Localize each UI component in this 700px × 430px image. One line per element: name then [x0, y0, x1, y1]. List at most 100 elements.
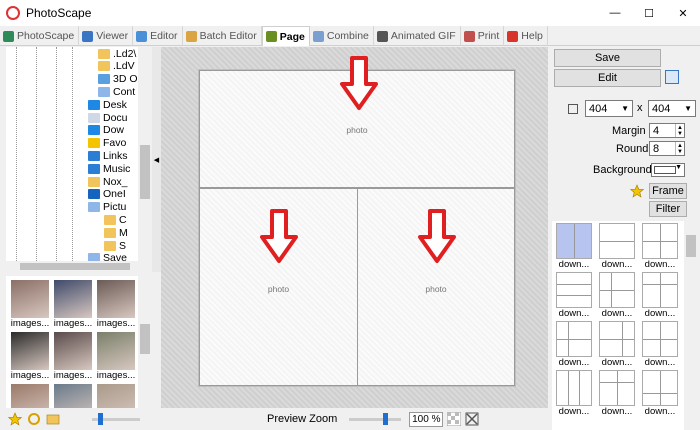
tab-photoscape[interactable]: PhotoScape [0, 26, 80, 46]
save-button[interactable]: Save [554, 49, 661, 67]
tree-item[interactable]: .Ld2\ [98, 47, 136, 60]
photo-thumbnail[interactable]: images... [53, 332, 93, 384]
tree-item[interactable]: Pictu [88, 201, 126, 214]
tree-item[interactable]: Docu [88, 111, 128, 124]
photo-thumbnail[interactable]: images... [53, 280, 93, 332]
layout-template[interactable]: down... [597, 370, 637, 418]
chevron-down-icon: ▼ [684, 104, 692, 113]
tree-item[interactable]: C [104, 213, 127, 226]
page-options-panel: Save Edit 404 ▼ x 404 ▼ Margin 4 ▲ ▼ Round 8… [548, 47, 700, 430]
scrollbar-thumb[interactable] [140, 145, 150, 199]
thumbnail-scrollbar[interactable] [138, 276, 152, 408]
thumbnail-image [11, 332, 49, 370]
layout-template[interactable]: down... [554, 370, 594, 418]
tree-item[interactable]: Dow [88, 124, 124, 137]
star-icon[interactable] [8, 412, 22, 426]
photo-thumbnail[interactable]: images... [10, 280, 50, 332]
spinner-arrows[interactable]: ▲ ▼ [675, 142, 684, 155]
layout-template[interactable]: down... [640, 321, 680, 369]
photo-thumbnail[interactable] [10, 384, 50, 408]
layout-preview [556, 223, 592, 259]
folder-icon [88, 176, 100, 187]
layout-template[interactable]: down... [597, 321, 637, 369]
tree-item[interactable]: Cont [98, 85, 135, 98]
tree-item[interactable]: Links [88, 149, 128, 162]
photo-thumbnail[interactable]: images... [10, 332, 50, 384]
filter-button[interactable]: Filter [649, 201, 687, 217]
tree-vertical-scrollbar[interactable] [138, 47, 152, 261]
folder-photo-icon[interactable] [46, 412, 60, 426]
tree-item[interactable]: .LdV [98, 60, 135, 73]
edit-button[interactable]: Edit [554, 69, 661, 87]
thumbnail-size-slider[interactable] [92, 412, 140, 425]
tree-item-label: .LdV [113, 60, 135, 73]
layout-template[interactable]: down... [640, 223, 680, 271]
tree-item[interactable]: S [104, 239, 126, 252]
tab-print[interactable]: Print [461, 26, 505, 46]
save-icon [88, 253, 100, 261]
tab-animated-gif[interactable]: Animated GIF [374, 26, 461, 46]
page-height-select[interactable]: 404 ▼ [648, 100, 696, 117]
thumbnail-grid[interactable]: images... images... images... images... imag… [6, 276, 152, 408]
layout-template[interactable]: down... [640, 370, 680, 418]
layout-caption: down... [601, 406, 633, 417]
layout-preview [556, 370, 592, 406]
panel-collapse-handle[interactable]: ◀ [152, 47, 161, 272]
layout-template[interactable]: down... [554, 272, 594, 320]
zoom-value-field[interactable]: 100 % [409, 411, 444, 427]
slider-handle[interactable] [383, 412, 389, 425]
tree-item[interactable]: Save [88, 252, 127, 261]
tab-editor[interactable]: Editor [133, 26, 183, 46]
folder-tree[interactable]: .Ld2\ .LdV 3D O Cont Desk Docu Dow Favo Links Mus… [6, 47, 152, 261]
scrollbar-thumb[interactable] [140, 324, 150, 354]
thumbnail-caption: images... [10, 370, 50, 381]
tab-viewer[interactable]: Viewer [79, 26, 134, 46]
maximize-button[interactable]: ☐ [632, 0, 666, 26]
photo-thumbnail[interactable] [96, 384, 136, 408]
tree-horizontal-scrollbar[interactable] [6, 261, 152, 272]
tree-item[interactable]: M [104, 226, 128, 239]
tab-batch-editor[interactable]: Batch Editor [183, 26, 262, 46]
tree-item[interactable]: Desk [88, 98, 127, 111]
layout-divider [643, 241, 677, 242]
layout-template-grid[interactable]: down... down... down... down... down... down.… [552, 221, 684, 430]
minimize-button[interactable]: — [598, 0, 632, 26]
layout-template[interactable]: down... [640, 272, 680, 320]
tab-combine[interactable]: Combine [310, 26, 374, 46]
list-view-icon[interactable] [665, 70, 679, 84]
tree-item-label: .Ld2\ [113, 47, 137, 60]
round-spinner[interactable]: 8 ▲ ▼ [649, 141, 685, 156]
layout-template[interactable]: down... [597, 272, 637, 320]
scrollbar-thumb[interactable] [686, 235, 696, 257]
spinner-arrows[interactable]: ▲ ▼ [675, 124, 684, 137]
background-color-picker[interactable]: ▼ [651, 163, 685, 177]
tree-item-label: Cont [113, 85, 136, 98]
margin-spinner[interactable]: 4 ▲ ▼ [649, 123, 685, 138]
tree-item-label: 3D O [113, 73, 138, 86]
tab-label: PhotoScape [17, 30, 75, 42]
refresh-icon[interactable] [27, 412, 41, 426]
tree-item[interactable]: OneI [88, 188, 126, 201]
tree-item[interactable]: Music [88, 162, 130, 175]
layout-template[interactable]: down... [554, 321, 594, 369]
photo-thumbnail[interactable] [53, 384, 93, 408]
tab-help[interactable]: Help [504, 26, 548, 46]
preview-zoom-slider[interactable] [349, 412, 402, 425]
photo-thumbnail[interactable]: images... [96, 332, 136, 384]
page-width-select[interactable]: 404 ▼ [585, 100, 633, 117]
checker-background-icon[interactable] [447, 412, 462, 426]
fit-screen-icon[interactable] [465, 412, 479, 426]
tree-item[interactable]: 3D O [98, 73, 138, 86]
slider-handle[interactable] [98, 412, 103, 425]
layout-scrollbar[interactable] [684, 221, 698, 430]
tree-item[interactable]: Nox_ [88, 175, 128, 188]
scrollbar-thumb[interactable] [20, 263, 130, 270]
thumbnail-image [97, 332, 135, 370]
close-button[interactable]: ✕ [666, 0, 700, 26]
layout-template[interactable]: down... [597, 223, 637, 271]
frame-button[interactable]: Frame [649, 183, 687, 199]
photo-thumbnail[interactable]: images... [96, 280, 136, 332]
tree-item[interactable]: Favo [88, 137, 126, 150]
layout-template[interactable]: down... [554, 223, 594, 271]
tab-page[interactable]: Page [261, 26, 310, 46]
